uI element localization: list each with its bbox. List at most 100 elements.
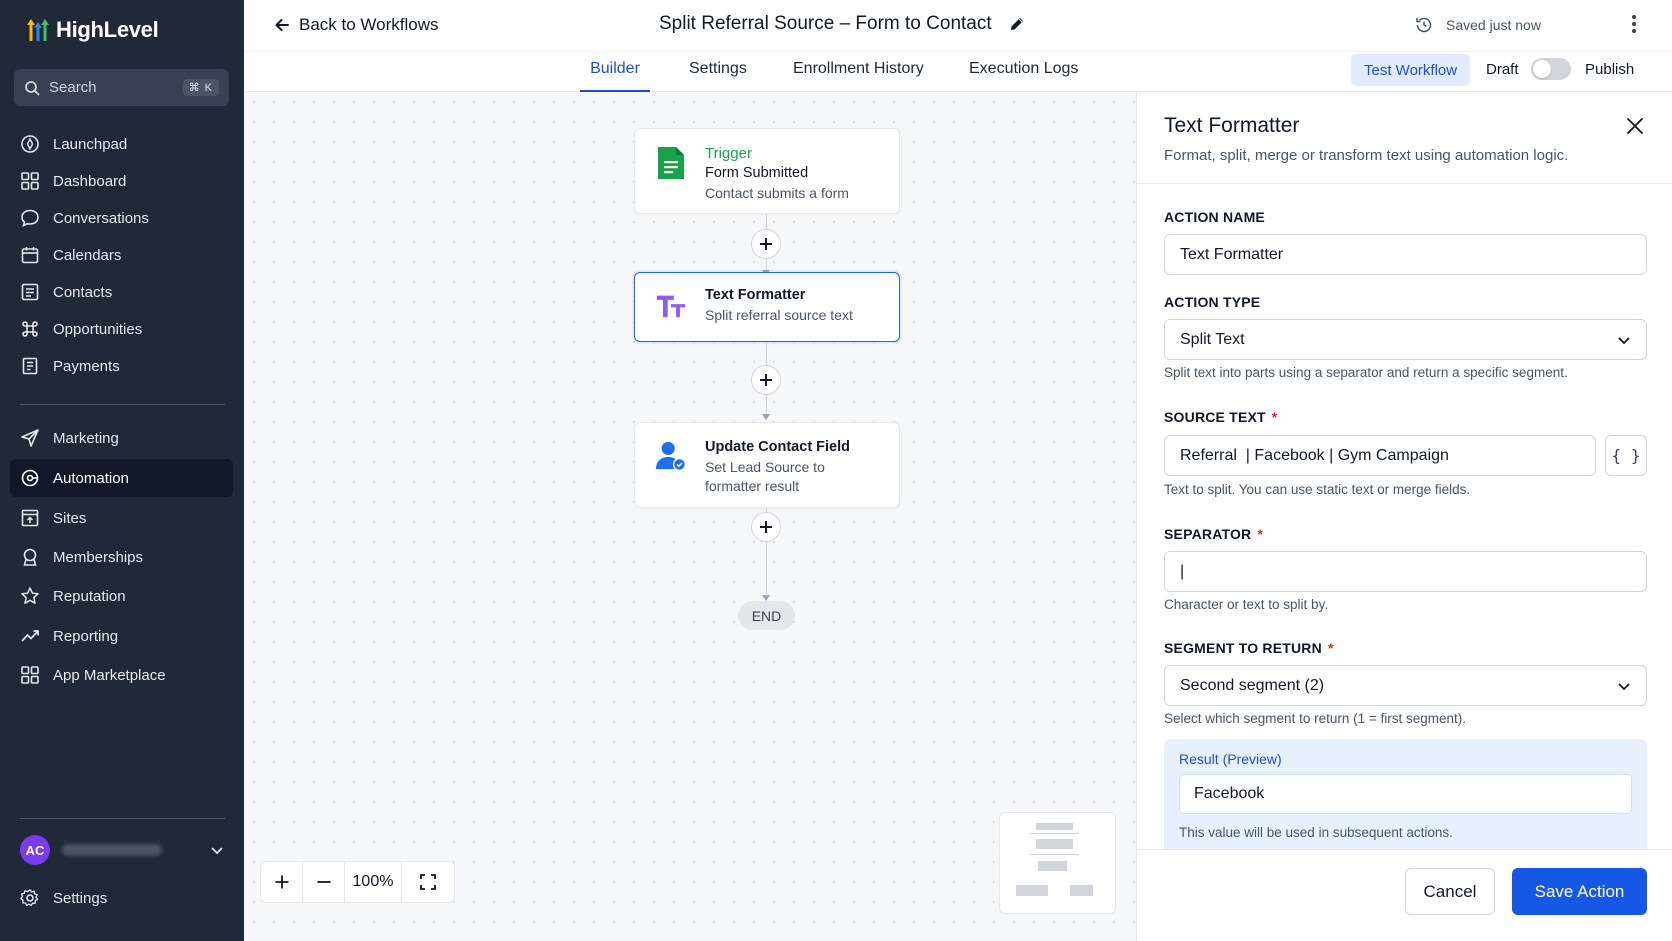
plus-icon (274, 874, 290, 890)
rocket-icon (20, 134, 40, 154)
minimap-line (1030, 854, 1079, 855)
action-type-label: ACTION TYPE (1164, 294, 1261, 310)
add-step-button[interactable] (751, 512, 781, 542)
sidebar-item-label: Opportunities (53, 320, 143, 338)
update-contact-card[interactable]: Update Contact Field Set Lead Source to … (634, 422, 900, 508)
sidebar-item-marketing[interactable]: Marketing (10, 419, 233, 457)
sidebar-item-opportunities[interactable]: Opportunities (10, 310, 233, 348)
close-icon[interactable] (1625, 116, 1645, 136)
test-workflow-button[interactable]: Test Workflow (1351, 54, 1471, 86)
source-text-input[interactable]: Referral | Facebook | Gym Campaign (1164, 435, 1596, 476)
sidebar-item-settings[interactable]: Settings (10, 879, 233, 917)
sidebar-item-conversations[interactable]: Conversations (10, 199, 233, 237)
end-node: END (738, 601, 795, 630)
tab-enrollment-history[interactable]: Enrollment History (793, 60, 924, 92)
tab-execution-logs[interactable]: Execution Logs (969, 60, 1078, 92)
command-icon (20, 319, 40, 339)
search-shortcut: ⌘ K (182, 79, 219, 96)
website-icon (20, 508, 40, 528)
update-subtitle-line1: Set Lead Source to (705, 459, 825, 475)
grid-icon (20, 171, 40, 191)
trigger-label: Trigger (705, 145, 752, 162)
sidebar-item-label: Marketing (53, 429, 119, 447)
search-placeholder: Search (49, 79, 97, 96)
zoom-in-button[interactable] (261, 862, 303, 902)
source-text-value: Referral | Facebook | Gym Campaign (1180, 446, 1449, 464)
sidebar-item-automation[interactable]: Automation (10, 459, 233, 497)
sidebar-item-memberships[interactable]: Memberships (10, 538, 233, 576)
sidebar-item-contacts[interactable]: Contacts (10, 273, 233, 311)
pencil-edit-icon[interactable] (1008, 15, 1026, 33)
arrow-left-icon (274, 17, 290, 33)
trigger-card[interactable]: Trigger Form Submitted Contact submits a… (634, 128, 900, 214)
chevron-down-icon (1617, 679, 1631, 693)
action-name-input[interactable]: Text Formatter (1164, 234, 1647, 275)
user-menu[interactable]: AC (20, 835, 225, 865)
preview-value-text: Facebook (1194, 785, 1265, 802)
source-text-label: SOURCE TEXT * (1164, 409, 1277, 425)
formatter-subtitle: Split referral source text (705, 307, 853, 323)
sidebar-item-sites[interactable]: Sites (10, 499, 233, 537)
separator-label-text: SEPARATOR (1164, 526, 1252, 542)
workflow-canvas[interactable]: Trigger Form Submitted Contact submits a… (244, 92, 1136, 941)
sidebar-item-label: Payments (53, 357, 120, 375)
sidebar-item-label: App Marketplace (53, 666, 166, 684)
cancel-button[interactable]: Cancel (1405, 868, 1495, 915)
sidebar-item-reputation[interactable]: Reputation (10, 577, 233, 615)
minimap-node (1070, 885, 1093, 896)
sidebar-item-dashboard[interactable]: Dashboard (10, 162, 233, 200)
save-action-button[interactable]: Save Action (1512, 868, 1647, 915)
preview-value: Facebook (1179, 774, 1632, 814)
search-icon (24, 80, 40, 96)
back-to-workflows-link[interactable]: Back to Workflows (274, 15, 439, 35)
trigger-subtitle: Contact submits a form (705, 185, 849, 201)
sidebar-item-reporting[interactable]: Reporting (10, 617, 233, 655)
chat-bubble-icon (20, 208, 40, 228)
sidebar-item-launchpad[interactable]: Launchpad (10, 125, 233, 163)
expand-icon (419, 873, 437, 891)
tab-settings[interactable]: Settings (689, 60, 747, 92)
search-input[interactable]: Search ⌘ K (14, 69, 229, 106)
zoom-controls: 100% (260, 861, 455, 903)
text-formatter-card[interactable]: Text Formatter Split referral source tex… (634, 272, 900, 342)
sidebar: HighLevel Search ⌘ K Launchpad Dashboard… (0, 0, 244, 941)
more-options-icon[interactable] (1631, 14, 1637, 34)
draft-label: Draft (1486, 61, 1519, 78)
separator-label: SEPARATOR * (1164, 526, 1263, 542)
sidebar-item-label: Conversations (53, 209, 149, 227)
sidebar-divider (20, 818, 225, 819)
fit-screen-button[interactable] (402, 862, 454, 902)
automation-icon (20, 468, 40, 488)
segment-help: Select which segment to return (1 = firs… (1164, 711, 1467, 726)
sidebar-item-payments[interactable]: Payments (10, 347, 233, 385)
separator-help: Character or text to split by. (1164, 597, 1329, 612)
receipt-icon (20, 356, 40, 376)
apps-grid-icon (20, 665, 40, 685)
sidebar-item-label: Calendars (53, 246, 122, 264)
zoom-out-button[interactable] (303, 862, 345, 902)
top-bar: Back to Workflows Split Referral Source … (244, 0, 1672, 52)
action-type-select[interactable]: Split Text (1164, 319, 1647, 360)
workflow-title-text: Split Referral Source – Form to Contact (659, 13, 992, 34)
tab-builder[interactable]: Builder (580, 60, 650, 92)
add-step-button[interactable] (751, 229, 781, 259)
user-name-redacted (62, 844, 162, 856)
update-subtitle-line2: formatter result (705, 478, 800, 494)
sidebar-item-app-marketplace[interactable]: App Marketplace (10, 656, 233, 694)
minimap[interactable] (999, 812, 1116, 914)
separator-input[interactable]: | (1164, 551, 1647, 592)
star-icon (20, 586, 40, 606)
action-name-label: ACTION NAME (1164, 209, 1265, 225)
highlevel-logo[interactable]: HighLevel (22, 16, 159, 44)
add-step-button[interactable] (751, 365, 781, 395)
preview-help: This value will be used in subsequent ac… (1179, 825, 1453, 840)
segment-select[interactable]: Second segment (2) (1164, 665, 1647, 706)
chevron-down-icon[interactable] (209, 842, 225, 858)
gear-icon (20, 888, 40, 908)
publish-toggle[interactable] (1531, 58, 1571, 80)
merge-field-button[interactable]: { } (1605, 435, 1647, 476)
workflow-tabs: Builder Settings Enrollment History Exec… (244, 52, 1672, 92)
segment-label-text: SEGMENT TO RETURN (1164, 640, 1322, 656)
publish-label: Publish (1585, 61, 1635, 78)
sidebar-item-calendars[interactable]: Calendars (10, 236, 233, 274)
